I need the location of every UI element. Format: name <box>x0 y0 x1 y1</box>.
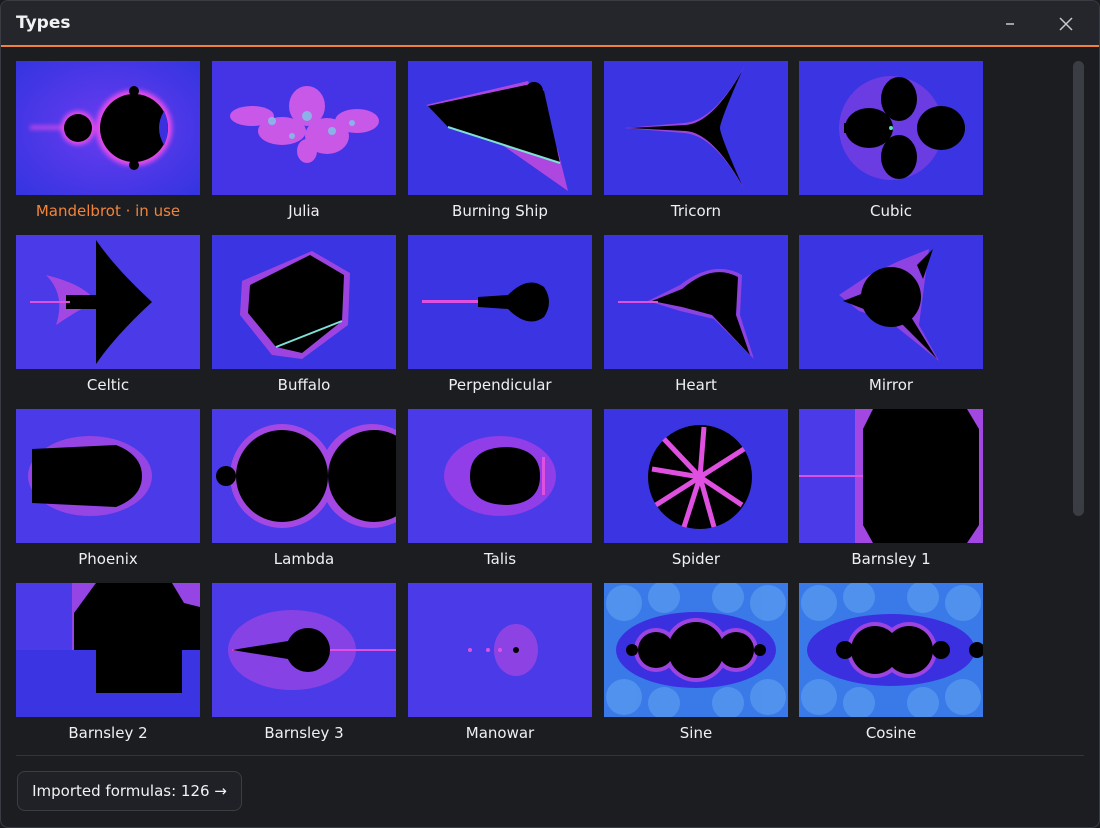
barnsley-1-thumbnail <box>799 409 983 543</box>
perpendicular-thumbnail <box>408 235 592 369</box>
type-label: Celtic <box>86 376 130 394</box>
type-tile-barnsley-3[interactable]: Barnsley 3 <box>212 583 396 747</box>
tricorn-thumbnail <box>604 61 788 195</box>
heart-thumbnail <box>604 235 788 369</box>
celtic-thumbnail <box>16 235 200 369</box>
type-label: Lambda <box>273 550 335 568</box>
barnsley-2-thumbnail <box>16 583 200 717</box>
types-window: Types Mandelbrot · in use Julia Burning … <box>0 0 1100 828</box>
type-tile-mandelbrot[interactable]: Mandelbrot · in use <box>16 61 200 226</box>
type-tile-barnsley-1[interactable]: Barnsley 1 <box>799 409 983 574</box>
cosine-thumbnail <box>799 583 983 717</box>
type-tile-talis[interactable]: Talis <box>408 409 592 574</box>
type-label: Mirror <box>868 376 914 394</box>
type-tile-mirror[interactable]: Mirror <box>799 235 983 400</box>
spider-thumbnail <box>604 409 788 543</box>
barnsley-3-thumbnail <box>212 583 396 717</box>
type-tile-lambda[interactable]: Lambda <box>212 409 396 574</box>
close-button[interactable] <box>1051 9 1081 39</box>
vertical-scrollbar[interactable] <box>1073 61 1084 516</box>
type-tile-manowar[interactable]: Manowar <box>408 583 592 747</box>
type-label: Cubic <box>870 202 912 220</box>
type-tile-phoenix[interactable]: Phoenix <box>16 409 200 574</box>
type-tile-barnsley-2[interactable]: Barnsley 2 <box>16 583 200 747</box>
type-tile-julia[interactable]: Julia <box>212 61 396 226</box>
type-tile-sine[interactable]: Sine <box>604 583 788 747</box>
type-label: Manowar <box>465 724 535 742</box>
burning-ship-thumbnail <box>408 61 592 195</box>
type-tile-buffalo[interactable]: Buffalo <box>212 235 396 400</box>
cubic-thumbnail <box>799 61 983 195</box>
lambda-thumbnail <box>212 409 396 543</box>
type-label: Burning Ship <box>452 202 548 220</box>
type-tile-tricorn[interactable]: Tricorn <box>604 61 788 226</box>
type-label: Spider <box>671 550 721 568</box>
type-tile-burning-ship[interactable]: Burning Ship <box>408 61 592 226</box>
julia-thumbnail <box>212 61 396 195</box>
type-label: Tricorn <box>670 202 722 220</box>
buffalo-thumbnail <box>212 235 396 369</box>
type-label: Barnsley 3 <box>264 724 344 742</box>
type-label: Sine <box>679 724 713 742</box>
type-tile-cubic[interactable]: Cubic <box>799 61 983 226</box>
talis-thumbnail <box>408 409 592 543</box>
minimize-icon <box>1006 23 1014 25</box>
type-label: Perpendicular <box>448 376 552 394</box>
sine-thumbnail <box>604 583 788 717</box>
type-label: Talis <box>483 550 517 568</box>
type-label: Heart <box>675 376 717 394</box>
footer-divider <box>16 755 1084 756</box>
type-label: Cosine <box>865 724 917 742</box>
type-label: Mandelbrot · in use <box>35 202 181 220</box>
manowar-thumbnail <box>408 583 592 717</box>
type-label: Buffalo <box>277 376 331 394</box>
window-title: Types <box>16 13 71 33</box>
type-label: Julia <box>288 202 320 220</box>
type-tile-heart[interactable]: Heart <box>604 235 788 400</box>
mirror-thumbnail <box>799 235 983 369</box>
imported-formulas-button[interactable]: Imported formulas: 126 → <box>17 771 242 811</box>
type-label: Barnsley 1 <box>851 550 931 568</box>
close-icon <box>1059 17 1073 31</box>
type-tile-perpendicular[interactable]: Perpendicular <box>408 235 592 400</box>
minimize-button[interactable] <box>995 9 1025 39</box>
phoenix-thumbnail <box>16 409 200 543</box>
type-label: Barnsley 2 <box>68 724 148 742</box>
type-tile-spider[interactable]: Spider <box>604 409 788 574</box>
mandelbrot-thumbnail <box>16 61 200 195</box>
titlebar: Types <box>1 1 1099 47</box>
type-tile-celtic[interactable]: Celtic <box>16 235 200 400</box>
types-grid: Mandelbrot · in use Julia Burning Ship T… <box>1 47 1061 747</box>
type-label: Phoenix <box>78 550 138 568</box>
type-tile-cosine[interactable]: Cosine <box>799 583 983 747</box>
